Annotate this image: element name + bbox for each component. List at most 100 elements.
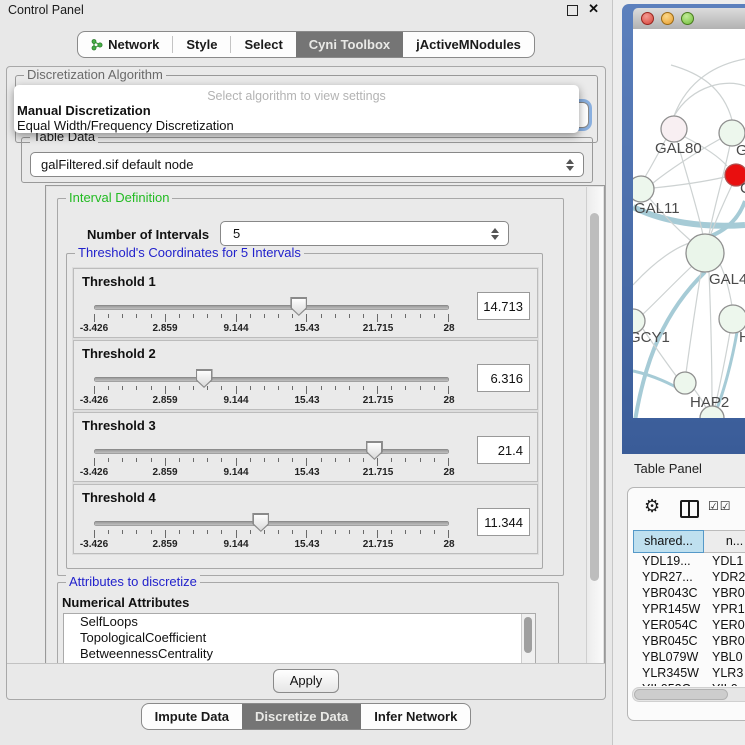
table-horizontal-scrollbar[interactable] <box>632 687 745 702</box>
algorithm-dropdown-popup: Select algorithm to view settings Manual… <box>14 85 579 133</box>
threshold-panel-3: Threshold 3-3.4262.8599.14415.4321.71528… <box>73 412 538 482</box>
cell-name: YIL0 <box>704 682 738 686</box>
network-node-hap2[interactable] <box>674 372 696 394</box>
network-window-titlebar <box>633 8 745 30</box>
network-edges <box>633 59 745 418</box>
slider-ticks <box>94 314 449 323</box>
tab-jactivemnodules[interactable]: jActiveMNodules <box>403 32 534 57</box>
number-of-intervals-combo[interactable]: 5 <box>220 221 509 246</box>
thresholds-group: Threshold's Coordinates for 5 Intervals … <box>66 253 543 569</box>
cell-name: YLR3 <box>704 666 743 682</box>
slider-axis-labels: -3.4262.8599.14415.4321.71528 <box>94 323 449 335</box>
dropdown-placeholder: Select algorithm to view settings <box>14 85 579 103</box>
tab-style[interactable]: Style <box>173 32 230 57</box>
table-row[interactable]: YER054CYER0 <box>633 618 745 634</box>
cell-name: YBL0 <box>704 650 743 666</box>
cell-name: YER0 <box>704 618 745 634</box>
table-toolbar: ⚙ ☑☑ <box>628 494 745 522</box>
group-title: Attributes to discretize <box>66 575 200 589</box>
slider-axis-labels: -3.4262.8599.14415.4321.71528 <box>94 395 449 407</box>
table-row[interactable]: YDL19...YDL1 <box>633 554 745 570</box>
network-node-gal80[interactable] <box>661 116 687 142</box>
combo-spinner-icon <box>566 159 574 171</box>
close-icon[interactable]: ✕ <box>588 1 599 17</box>
gear-icon[interactable]: ⚙ <box>644 496 660 517</box>
tab-network[interactable]: Network <box>78 32 172 57</box>
close-traffic-light-icon[interactable] <box>641 12 654 25</box>
tab-label: Impute Data <box>155 709 229 724</box>
table-row[interactable]: YBR045CYBR0 <box>633 634 745 650</box>
table-row[interactable]: YBL079WYBL0 <box>633 650 745 666</box>
column-header-name[interactable]: n... <box>704 530 745 553</box>
network-canvas[interactable]: GAL80GCGAL11GAL4GCY1HHAP2 <box>633 29 745 418</box>
minimize-traffic-light-icon[interactable] <box>661 12 674 25</box>
threshold-panel-1: Threshold 1-3.4262.8599.14415.4321.71528… <box>73 268 538 338</box>
control-panel-titlebar: Control Panel ✕ <box>0 0 612 20</box>
slider-ticks <box>94 386 449 395</box>
column-header-shared-name[interactable]: shared... <box>633 530 704 553</box>
table-data-combo[interactable]: galFiltered.sif default node <box>30 152 584 177</box>
threshold-slider[interactable]: -3.4262.8599.14415.4321.71528 <box>94 269 449 337</box>
settings-scroll-area: Interval Definition Number of Intervals … <box>45 185 605 665</box>
tab-label: Style <box>186 37 217 52</box>
apply-button[interactable]: Apply <box>273 669 339 693</box>
threshold-value-field[interactable]: 21.4 <box>477 436 530 464</box>
cell-name: YDL1 <box>704 554 743 570</box>
slider-track[interactable] <box>94 377 449 382</box>
float-window-icon[interactable] <box>567 5 578 16</box>
threshold-panel-4: Threshold 4-3.4262.8599.14415.4321.71528… <box>73 484 538 554</box>
threshold-slider[interactable]: -3.4262.8599.14415.4321.71528 <box>94 413 449 481</box>
table-body: YDL19...YDL1YDR27...YDR2YBR043CYBR0YPR14… <box>633 554 745 686</box>
slider-ticks <box>94 530 449 539</box>
tab-discretize-data[interactable]: Discretize Data <box>242 704 361 729</box>
zoom-traffic-light-icon[interactable] <box>681 12 694 25</box>
cyni-toolbox-panel: Discretization Algorithm Select algorith… <box>6 66 606 700</box>
threshold-value-field[interactable]: 11.344 <box>477 508 530 536</box>
threshold-slider[interactable]: -3.4262.8599.14415.4321.71528 <box>94 341 449 409</box>
threshold-value-field[interactable]: 14.713 <box>477 292 530 320</box>
table-row[interactable]: YIL052CYIL0 <box>633 682 745 686</box>
cell-shared-name: YER054C <box>633 618 704 634</box>
table-panel: ⚙ ☑☑ shared... n... YDL19...YDL1YDR27...… <box>627 487 745 721</box>
numerical-attributes-list[interactable]: SelfLoopsTopologicalCoefficientBetweenne… <box>63 613 536 664</box>
numerical-attributes-label: Numerical Attributes <box>62 595 189 610</box>
dropdown-item-equal-width[interactable]: Equal Width/Frequency Discretization <box>14 118 579 133</box>
select-columns-icon[interactable]: ☑☑ <box>708 499 732 513</box>
table-panel-title: Table Panel <box>634 461 702 476</box>
tab-cyni-toolbox[interactable]: Cyni Toolbox <box>296 32 403 57</box>
number-of-intervals-label: Number of Intervals <box>87 227 209 242</box>
tab-label: Discretize Data <box>255 709 348 724</box>
attributes-group: Attributes to discretize Numerical Attri… <box>57 582 559 664</box>
table-row[interactable]: YBR043CYBR0 <box>633 586 745 602</box>
network-node-gal4[interactable] <box>686 234 724 272</box>
network-icon <box>91 38 103 51</box>
network-node-gal11[interactable] <box>633 176 654 202</box>
table-row[interactable]: YLR345WYLR3 <box>633 666 745 682</box>
cell-shared-name: YDR27... <box>633 570 704 586</box>
slider-track[interactable] <box>94 305 449 310</box>
tab-select[interactable]: Select <box>231 32 295 57</box>
dropdown-item-manual-discretization[interactable]: Manual Discretization <box>14 103 579 118</box>
node-label: GAL80 <box>655 140 702 157</box>
slider-track[interactable] <box>94 449 449 454</box>
group-title: Threshold's Coordinates for 5 Intervals <box>75 246 304 260</box>
attribute-list-item[interactable]: SelfLoops <box>64 614 535 630</box>
table-row[interactable]: YDR27...YDR2 <box>633 570 745 586</box>
table-header: shared... n... <box>633 530 745 553</box>
slider-axis-labels: -3.4262.8599.14415.4321.71528 <box>94 467 449 479</box>
apply-row: Apply <box>7 663 605 698</box>
tab-impute-data[interactable]: Impute Data <box>142 704 242 729</box>
attribute-list-item[interactable]: TopologicalCoefficient <box>64 630 535 646</box>
node-label: H <box>739 329 745 346</box>
threshold-slider[interactable]: -3.4262.8599.14415.4321.71528 <box>94 485 449 553</box>
table-row[interactable]: YPR145WYPR1 <box>633 602 745 618</box>
attributes-list-scrollbar[interactable] <box>521 614 535 664</box>
threshold-value-field[interactable]: 6.316 <box>477 364 530 392</box>
node-label: GAL4 <box>709 271 745 288</box>
attribute-list-item[interactable]: BetweennessCentrality <box>64 646 535 662</box>
column-layout-icon[interactable] <box>680 500 699 518</box>
panel-vertical-scrollbar[interactable] <box>586 187 603 663</box>
slider-track[interactable] <box>94 521 449 526</box>
tab-infer-network[interactable]: Infer Network <box>361 704 470 729</box>
cell-name: YBR0 <box>704 634 745 650</box>
